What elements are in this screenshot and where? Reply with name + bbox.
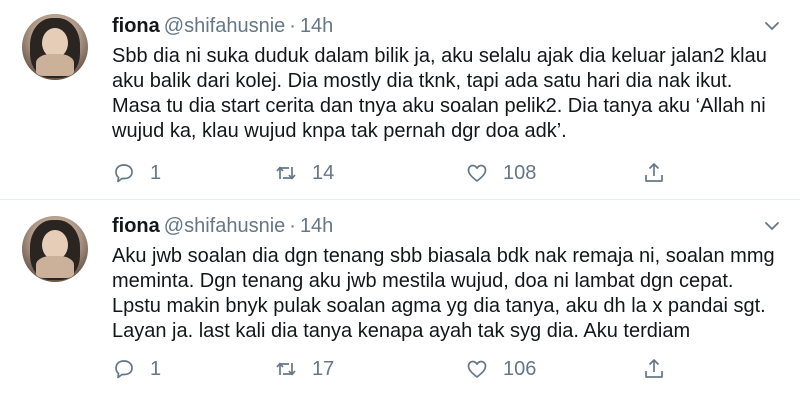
tweet[interactable]: fiona @shifahusnie · 14h Aku jwb soalan dia… <box>0 200 800 407</box>
reply-icon <box>115 360 133 379</box>
share-button[interactable] <box>642 160 666 186</box>
avatar[interactable] <box>22 216 88 282</box>
like-button[interactable]: 106 <box>465 356 536 382</box>
retweet-button[interactable]: 14 <box>274 160 334 186</box>
retweet-icon <box>276 362 296 376</box>
separator-dot: · <box>289 215 296 237</box>
author-handle[interactable]: @shifahusnie <box>164 215 285 237</box>
share-button[interactable] <box>642 356 666 382</box>
reply-button[interactable]: 1 <box>112 356 161 382</box>
retweet-icon <box>276 166 296 180</box>
tweet-text: Aku jwb soalan dia dgn tenang sbb biasal… <box>112 244 784 344</box>
tweet-text: Sbb dia ni suka duduk dalam bilik ja, ak… <box>112 44 784 144</box>
tweet-actions: 1 14 108 <box>112 160 672 186</box>
chevron-down-icon[interactable] <box>764 18 780 34</box>
tweet-text-line: Aku jwb soalan dia dgn tenang sbb biasal… <box>112 245 775 267</box>
timestamp[interactable]: 14h <box>300 15 333 37</box>
author-display-name[interactable]: fiona <box>112 215 160 237</box>
retweet-button[interactable]: 17 <box>274 356 334 382</box>
tweet-text-line: meminta. Dgn tenang aku jwb mestila wuju… <box>112 270 734 292</box>
timestamp[interactable]: 14h <box>300 215 333 237</box>
chevron-down-icon[interactable] <box>764 218 780 234</box>
like-count: 106 <box>503 357 537 380</box>
author-display-name[interactable]: fiona <box>112 15 160 37</box>
retweet-count: 17 <box>312 357 335 380</box>
avatar[interactable] <box>22 14 88 80</box>
tweet-text-line: Lpstu makin bnyk pulak soalan agma yg di… <box>112 295 766 317</box>
retweet-count: 14 <box>312 161 335 184</box>
tweet-text-line: Sbb dia ni suka duduk dalam bilik ja, ak… <box>112 45 767 67</box>
reply-icon <box>115 164 133 183</box>
tweet-actions: 1 17 106 <box>112 356 672 382</box>
tweet-text-line: Masa tu dia start cerita dan tnya aku so… <box>112 95 766 117</box>
separator-dot: · <box>289 15 296 37</box>
tweet[interactable]: fiona @shifahusnie · 14h Sbb dia ni suka du… <box>0 0 800 200</box>
author-handle[interactable]: @shifahusnie <box>164 15 285 37</box>
heart-icon <box>467 360 487 378</box>
reply-button[interactable]: 1 <box>112 160 161 186</box>
share-icon <box>645 163 663 182</box>
heart-icon <box>467 164 487 182</box>
like-count: 108 <box>503 161 537 184</box>
tweet-text-line: aku balik dari kolej. Dia mostly dia tkn… <box>112 70 733 92</box>
tweet-text-line: wujud ka, klau wujud knpa tak pernah dgr… <box>112 120 567 142</box>
tweet-header: fiona @shifahusnie · 14h <box>112 214 333 238</box>
reply-count: 1 <box>150 161 162 184</box>
tweet-text-line: Layan ja. last kali dia tanya kenapa aya… <box>112 320 691 342</box>
like-button[interactable]: 108 <box>465 160 536 186</box>
reply-count: 1 <box>150 357 162 380</box>
tweet-header: fiona @shifahusnie · 14h <box>112 14 333 38</box>
share-icon <box>645 359 663 378</box>
